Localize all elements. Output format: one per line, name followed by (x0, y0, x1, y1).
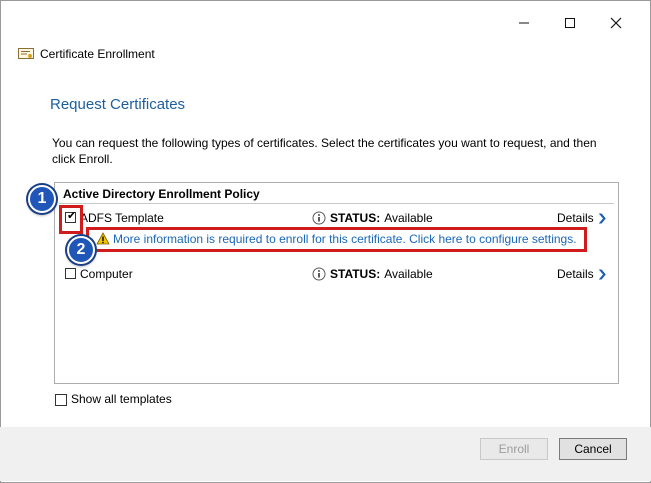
info-icon (312, 267, 326, 281)
details-label: Details (557, 211, 594, 225)
enroll-button[interactable]: Enroll (480, 438, 548, 460)
computer-details-toggle[interactable]: Details ❯ (557, 267, 608, 281)
computer-status: STATUS: Available (312, 267, 433, 281)
minimize-icon (519, 22, 529, 24)
cancel-button[interactable]: Cancel (559, 438, 627, 460)
info-icon (312, 211, 326, 225)
maximize-button[interactable] (554, 10, 586, 36)
annotation-badge-2: 2 (67, 236, 95, 264)
show-all-templates-label: Show all templates (71, 392, 172, 406)
adfs-template-label: ADFS Template (80, 211, 164, 225)
policy-divider (59, 203, 614, 204)
annotation-highlight-link (86, 227, 587, 252)
status-value: Available (384, 267, 433, 281)
minimize-button[interactable] (508, 10, 540, 36)
page-heading: Request Certificates (50, 96, 186, 113)
window-title: Certificate Enrollment (40, 47, 155, 61)
status-key: STATUS: (330, 267, 381, 281)
chevron-down-icon: ❯ (596, 268, 608, 280)
maximize-icon (565, 18, 575, 28)
chevron-down-icon: ❯ (596, 212, 608, 224)
show-all-templates-checkbox[interactable] (55, 394, 67, 406)
window-title-row: Certificate Enrollment (18, 47, 155, 61)
certificate-icon (18, 48, 34, 59)
adfs-template-details-toggle[interactable]: Details ❯ (557, 211, 608, 225)
computer-checkbox[interactable] (65, 268, 76, 279)
annotation-highlight-checkbox (59, 205, 83, 234)
adfs-template-status: STATUS: Available (312, 211, 433, 225)
computer-label: Computer (80, 267, 133, 281)
policy-name: Active Directory Enrollment Policy (63, 187, 260, 201)
annotation-badge-1: 1 (28, 185, 56, 213)
dialog-footer (0, 427, 651, 481)
close-button[interactable] (600, 10, 632, 36)
status-key: STATUS: (330, 211, 381, 225)
details-label: Details (557, 267, 594, 281)
page-description: You can request the following types of c… (52, 136, 597, 166)
status-value: Available (384, 211, 433, 225)
close-icon (610, 17, 622, 29)
